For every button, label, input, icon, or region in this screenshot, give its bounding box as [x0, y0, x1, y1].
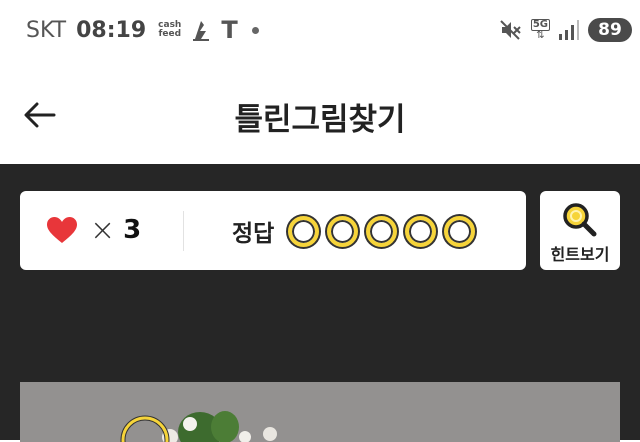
lives-count: 3 [123, 215, 142, 245]
game-area: × 3 정답 힌트보기 [0, 164, 640, 442]
status-bar: SKT 08:19 cash feed T 5G ⇅ 89 [0, 0, 640, 62]
answer-slot-5 [444, 215, 476, 247]
hint-button[interactable]: 힌트보기 [540, 191, 620, 270]
divider [183, 211, 184, 251]
carrier-label: SKT [26, 17, 67, 43]
hint-label: 힌트보기 [550, 245, 610, 264]
heart-icon [47, 217, 77, 243]
battery-indicator: 89 [588, 18, 632, 42]
answers-label: 정답 [232, 221, 275, 247]
signal-icon [559, 20, 579, 40]
answer-slot-3 [366, 215, 398, 247]
network-5g-icon: 5G ⇅ [530, 19, 550, 41]
puzzle-image-content [20, 382, 620, 442]
magnifier-icon [563, 203, 597, 237]
cashfeed-line2: feed [158, 29, 182, 39]
app-header: 틀린그림찾기 [0, 62, 640, 164]
data-arrows-icon: ⇅ [536, 30, 545, 41]
page-title: 틀린그림찾기 [234, 102, 406, 138]
lives-indicator: × 3 [46, 211, 141, 249]
answer-slot-1 [288, 215, 320, 247]
status-left: SKT 08:19 cash feed T [26, 14, 259, 46]
mute-icon [500, 20, 521, 40]
clock: 08:19 [76, 17, 147, 43]
puzzle-image[interactable] [20, 382, 620, 442]
more-notifications-dot [251, 26, 259, 34]
answers-indicator: 정답 [232, 211, 476, 251]
times-symbol: × [90, 212, 116, 248]
score-card: × 3 정답 [20, 191, 526, 270]
cashfeed-icon: cash feed [158, 21, 181, 39]
answer-slot-2 [327, 215, 359, 247]
answer-slot-4 [405, 215, 437, 247]
tmap-icon: T [221, 16, 238, 44]
status-right: 5G ⇅ 89 [499, 14, 632, 46]
app-notification-icon [193, 21, 210, 41]
